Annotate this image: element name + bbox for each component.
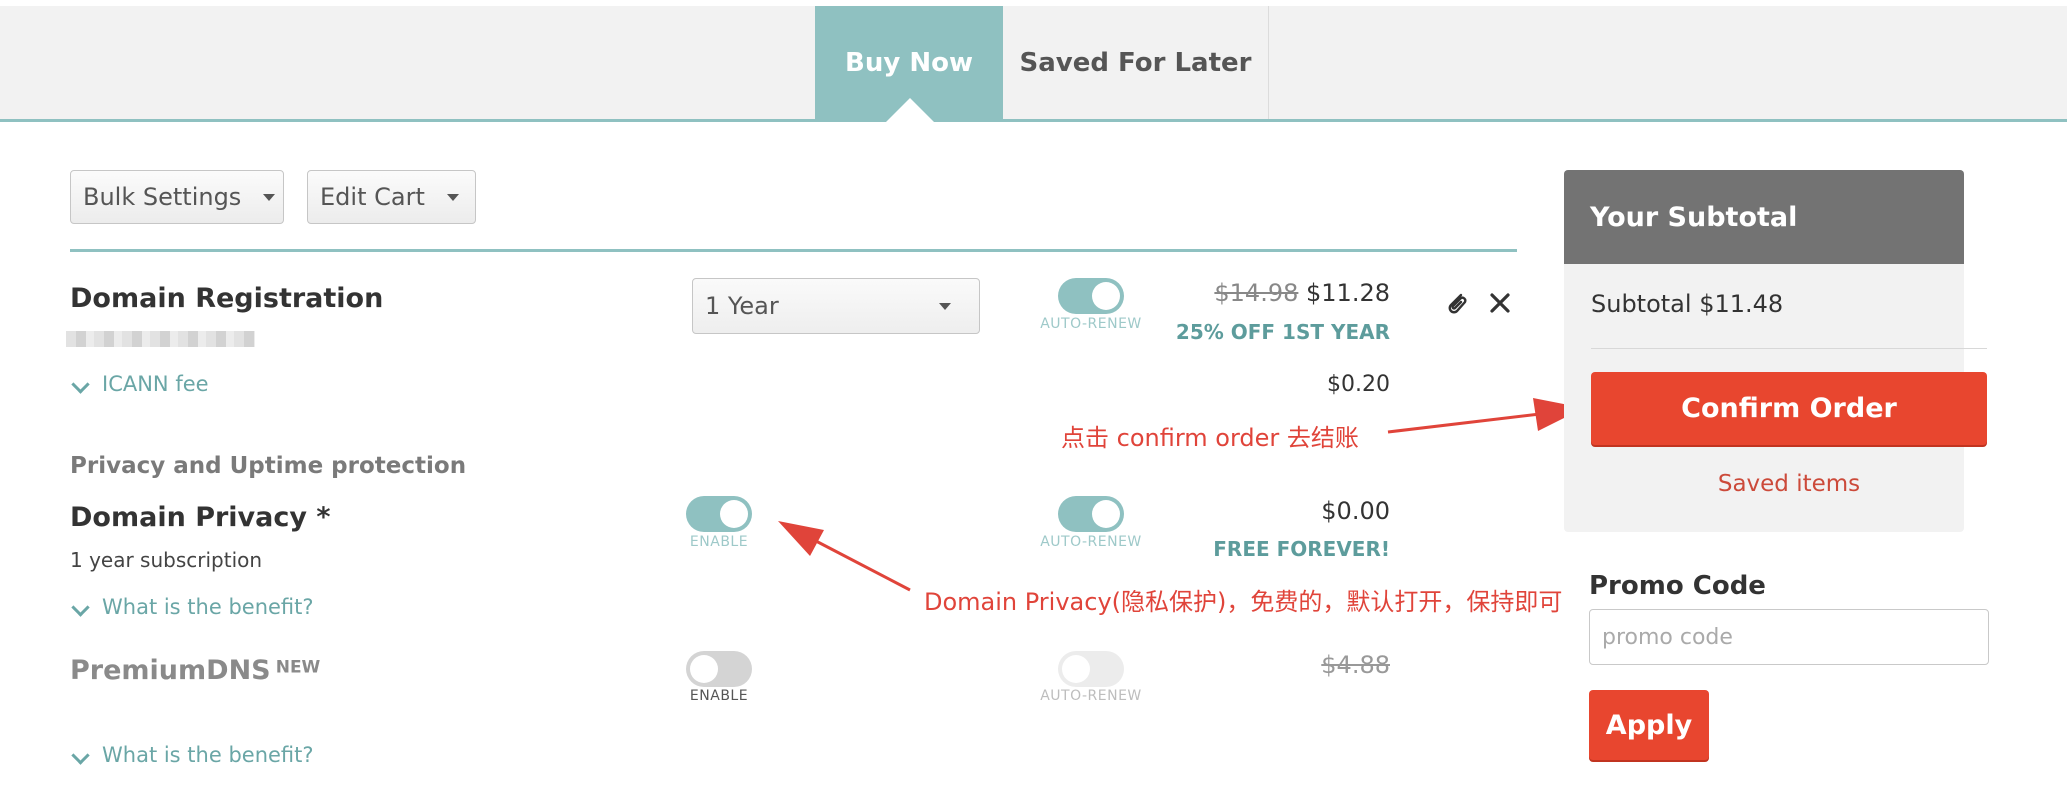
privacy-section-heading: Privacy and Uptime protection [70,453,467,479]
icann-fee-toggle[interactable]: ICANN fee [102,372,209,396]
subtotal-header: Your Subtotal [1564,170,1964,264]
chevron-down-icon [71,746,90,765]
privacy-enable-toggle[interactable] [686,496,752,532]
domain-privacy-title: Domain Privacy * [70,502,331,533]
promo-code-heading: Promo Code [1589,571,1766,601]
privacy-price: $0.00 [1321,497,1390,525]
duration-select-value: 1 Year [705,292,779,320]
premium-dns-auto-renew-toggle [1058,651,1124,687]
premium-dns-benefit-link[interactable]: What is the benefit? [102,743,314,767]
new-badge: NEW [275,657,321,678]
promo-code-input[interactable]: promo code [1589,609,1989,665]
active-tab-indicator [886,98,934,122]
apply-button[interactable]: Apply [1589,690,1709,760]
privacy-free-note: FREE FOREVER! [1213,537,1390,561]
tab-saved-for-later-label: Saved For Later [1019,47,1252,78]
edit-cart-label: Edit Cart [320,183,425,211]
toggle-knob [1062,655,1090,683]
domain-auto-renew-toggle[interactable] [1058,278,1124,314]
annotation-arrow-privacy [778,521,911,592]
panel-divider [1591,348,1987,349]
bulk-settings-label: Bulk Settings [83,183,242,211]
subtotal-amount: Subtotal $11.48 [1591,290,1784,318]
paperclip-icon[interactable] [1443,289,1471,321]
caret-down-icon [938,302,951,310]
annotation-confirm-note: 点击 confirm order 去结账 [1061,424,1359,452]
domain-registration-title: Domain Registration [70,283,384,314]
domain-name-redacted [66,331,255,347]
saved-items-link[interactable]: Saved items [1591,471,1987,497]
premium-dns-title: PremiumDNS [70,655,271,686]
domain-old-price: $14.98 [1214,279,1299,307]
premium-dns-price: $4.88 [1250,651,1390,679]
privacy-enable-label: ENABLE [689,534,749,550]
confirm-order-button[interactable]: Confirm Order [1591,372,1987,445]
premium-dns-title-wrap: PremiumDNS NEW [70,655,320,686]
cart-divider [70,249,1517,252]
caret-down-icon [446,193,459,201]
duration-select[interactable]: 1 Year [692,278,980,334]
toggle-knob [720,500,748,528]
annotation-arrow-confirm [1387,398,1584,434]
annotation-privacy-note: Domain Privacy(隐私保护)，免费的，默认打开，保持即可 [924,588,1563,616]
caret-down-icon [263,193,276,201]
tab-buy-now-label: Buy Now [845,47,973,78]
edit-cart-dropdown[interactable]: Edit Cart [307,170,476,224]
discount-note: 25% OFF 1ST YEAR [1175,320,1390,344]
bulk-settings-dropdown[interactable]: Bulk Settings [70,170,284,224]
premium-dns-enable-toggle[interactable] [686,651,752,687]
toggle-knob [1092,500,1120,528]
premium-dns-auto-renew-label: AUTO-RENEW [1040,688,1142,704]
chevron-down-icon [71,598,90,617]
toggle-knob [690,655,718,683]
premium-dns-enable-label: ENABLE [689,688,749,704]
premium-dns-old-price: $4.88 [1321,651,1390,679]
domain-price: $14.98 $11.28 [1180,279,1390,307]
tab-saved-for-later[interactable]: Saved For Later [1003,6,1269,119]
chevron-down-icon [71,375,90,394]
remove-item-icon[interactable] [1488,291,1512,319]
toggle-knob [1092,282,1120,310]
icann-fee-price: $0.20 [1327,372,1390,397]
privacy-benefit-link[interactable]: What is the benefit? [102,595,314,619]
privacy-auto-renew-toggle[interactable] [1058,496,1124,532]
domain-current-price: $11.28 [1306,279,1390,307]
domain-privacy-subtitle: 1 year subscription [70,548,263,572]
